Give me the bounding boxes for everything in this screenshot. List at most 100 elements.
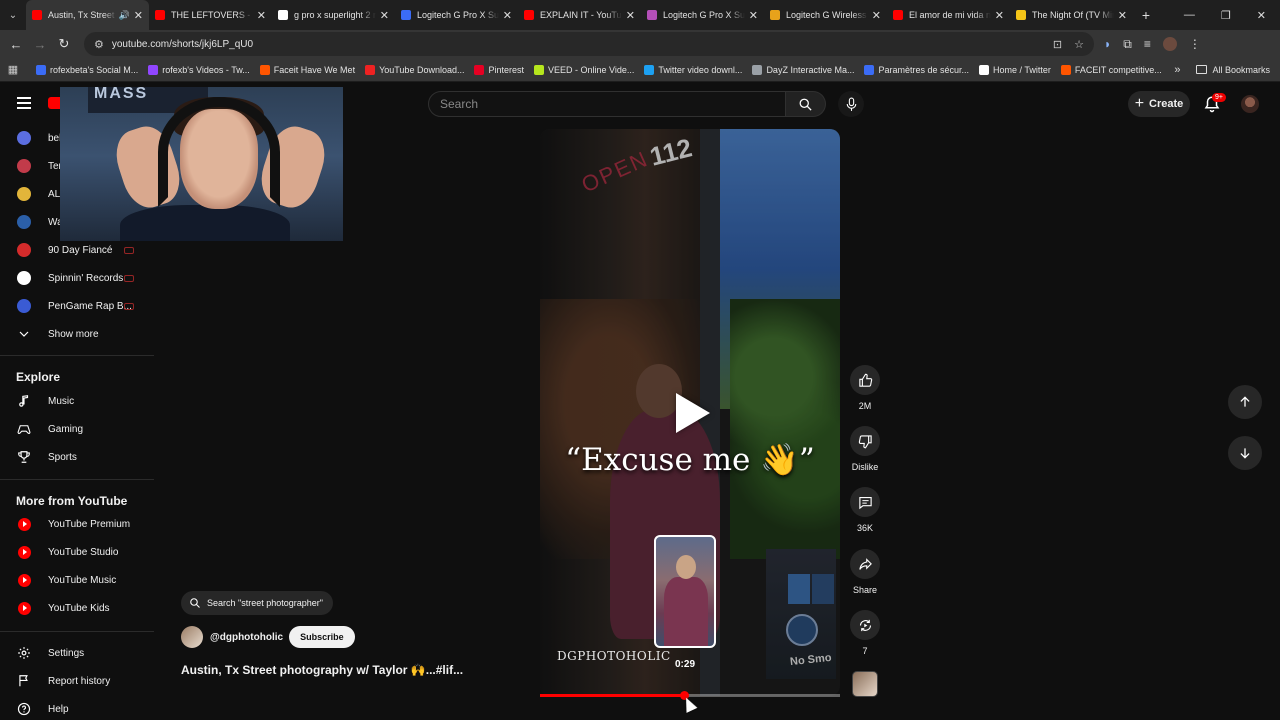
- site-info-icon[interactable]: ⚙: [94, 38, 104, 51]
- sidebar-subscription[interactable]: PenGame Rap B...: [0, 293, 154, 319]
- forward-button[interactable]: →: [28, 37, 52, 52]
- bookmark-favicon: [36, 64, 46, 75]
- bookmark-item[interactable]: Pinterest: [474, 64, 524, 75]
- headset-icon: [158, 97, 280, 207]
- tab-title: EXPLAIN IT - YouTub: [540, 10, 622, 20]
- speaker-icon[interactable]: 🔊: [119, 10, 130, 21]
- sidebar-more-item[interactable]: YouTube Kids: [0, 595, 154, 621]
- bookmark-item[interactable]: Home / Twitter: [979, 64, 1051, 75]
- account-avatar[interactable]: [1241, 95, 1259, 113]
- browser-tab[interactable]: Logitech G Pro X Sup ✕: [395, 0, 518, 30]
- sidebar-more-item-icon: [17, 545, 31, 559]
- bookmark-item[interactable]: rofexbeta's Social M...: [36, 64, 138, 75]
- browser-tab[interactable]: EXPLAIN IT - YouTub ✕: [518, 0, 641, 30]
- more-bookmarks-icon[interactable]: »: [1174, 64, 1180, 76]
- notification-badge: 9+: [1212, 93, 1226, 102]
- minimize-icon[interactable]: —: [1184, 9, 1195, 22]
- install-app-icon[interactable]: ⊡: [1053, 38, 1062, 51]
- browser-tab[interactable]: Logitech G Pro X Sup ✕: [641, 0, 764, 30]
- restore-icon[interactable]: ❐: [1221, 9, 1231, 22]
- close-window-icon[interactable]: ✕: [1257, 9, 1266, 22]
- tab-close-icon[interactable]: ✕: [380, 9, 389, 22]
- bookmark-item[interactable]: YouTube Download...: [365, 64, 464, 75]
- tab-favicon: [524, 10, 534, 20]
- back-button[interactable]: ←: [4, 37, 28, 52]
- sidebar-more-item[interactable]: YouTube Music: [0, 567, 154, 593]
- tab-title: El amor de mi vida n: [909, 10, 991, 20]
- sidebar-explore-sports[interactable]: Sports: [0, 444, 154, 470]
- bookmark-item[interactable]: Paramètres de sécur...: [864, 64, 969, 75]
- webcam-shirt: [120, 205, 290, 241]
- bookmark-favicon: [259, 64, 270, 75]
- remix-button[interactable]: 7: [848, 610, 882, 656]
- url-text[interactable]: youtube.com/shorts/jkj6LP_qU0: [112, 39, 1041, 50]
- previous-short-button[interactable]: [1228, 385, 1262, 419]
- browser-tab[interactable]: El amor de mi vida n ✕: [887, 0, 1010, 30]
- suggested-search-chip[interactable]: Search "street photographer": [181, 591, 333, 615]
- bookmark-item[interactable]: VEED - Online Vide...: [534, 64, 634, 75]
- hamburger-menu-icon[interactable]: [17, 97, 31, 112]
- channel-avatar: [17, 215, 31, 229]
- browser-tab[interactable]: THE LEFTOVERS - Se ✕: [149, 0, 272, 30]
- tab-close-icon[interactable]: ✕: [257, 9, 266, 22]
- omnibox[interactable]: ⚙ youtube.com/shorts/jkj6LP_qU0 ⊡ ☆: [84, 32, 1094, 56]
- comments-button[interactable]: 36K: [848, 487, 882, 533]
- search-button[interactable]: [786, 91, 826, 117]
- bookmark-item[interactable]: DayZ Interactive Ma...: [752, 64, 854, 75]
- sidebar-more-item[interactable]: YouTube Premium: [0, 511, 154, 537]
- next-short-button[interactable]: [1228, 436, 1262, 470]
- sidebar-settings[interactable]: Settings: [0, 640, 154, 666]
- tab-close-icon[interactable]: ✕: [1118, 9, 1127, 22]
- tab-close-icon[interactable]: ✕: [872, 9, 881, 22]
- scrub-preview-thumbnail: [654, 535, 716, 648]
- channel-avatar-mini[interactable]: [852, 671, 878, 697]
- dislike-button[interactable]: Dislike: [848, 426, 882, 472]
- sidebar-report-history[interactable]: Report history: [0, 668, 154, 694]
- tab-search-button[interactable]: ⌄: [0, 0, 26, 30]
- sidebar-subscription-label: AL: [48, 188, 61, 200]
- menu-kebab-icon[interactable]: ⋮: [1189, 37, 1201, 51]
- channel-name[interactable]: @dgphotoholic: [210, 632, 283, 643]
- bookmark-item[interactable]: Twitter video downl...: [644, 64, 742, 75]
- sidebar-show-more[interactable]: Show more: [0, 321, 154, 347]
- channel-avatar[interactable]: [181, 626, 203, 648]
- tab-close-icon[interactable]: ✕: [749, 9, 758, 22]
- apps-grid-icon[interactable]: ▦: [0, 63, 26, 76]
- profile-avatar[interactable]: [1162, 37, 1177, 51]
- sidebar-explore-gaming[interactable]: Gaming: [0, 416, 154, 442]
- create-button[interactable]: + Create: [1128, 91, 1190, 117]
- browser-tab[interactable]: Austin, Tx Street p 🔊 ✕: [26, 0, 149, 30]
- tab-close-icon[interactable]: ✕: [995, 9, 1004, 22]
- voice-search-button[interactable]: [838, 91, 864, 117]
- subscribe-button[interactable]: Subscribe: [289, 626, 355, 648]
- browser-tab[interactable]: g pro x superlight 2 n ✕: [272, 0, 395, 30]
- new-tab-button[interactable]: +: [1133, 7, 1159, 23]
- tab-title: Logitech G Wireless (: [786, 10, 868, 20]
- sidebar-more-item[interactable]: YouTube Studio: [0, 539, 154, 565]
- youtube-app-icon: [17, 573, 31, 587]
- all-bookmarks-button[interactable]: All Bookmarks: [1196, 65, 1270, 75]
- tab-favicon: [278, 10, 288, 20]
- reload-button[interactable]: ↻: [52, 36, 76, 52]
- share-button[interactable]: Share: [848, 549, 882, 595]
- browser-tab[interactable]: Logitech G Wireless ( ✕: [764, 0, 887, 30]
- bookmark-star-icon[interactable]: ☆: [1074, 38, 1084, 51]
- bookmark-item[interactable]: Faceit Have We Met: [259, 64, 356, 75]
- sidebar-explore-music[interactable]: Music: [0, 388, 154, 414]
- tab-close-icon[interactable]: ✕: [134, 9, 143, 22]
- bookmark-label: Faceit Have We Met: [273, 64, 356, 75]
- bookmark-item[interactable]: rofexb's Videos - Tw...: [148, 64, 250, 75]
- sidebar-help[interactable]: Help: [0, 696, 154, 720]
- short-title[interactable]: Austin, Tx Street photography w/ Taylor …: [181, 663, 463, 677]
- tab-close-icon[interactable]: ✕: [503, 9, 512, 22]
- sidebar-subscription[interactable]: Spinnin' Records: [0, 265, 154, 291]
- bookmark-item[interactable]: FACEIT competitive...: [1060, 64, 1162, 75]
- browser-tab[interactable]: The Night Of (TV Min ✕: [1010, 0, 1133, 30]
- search-input[interactable]: [440, 97, 785, 111]
- puzzle-icon[interactable]: ⧉: [1123, 37, 1132, 52]
- media-control-icon[interactable]: ≡: [1144, 37, 1151, 51]
- play-icon[interactable]: [670, 391, 714, 435]
- tab-close-icon[interactable]: ✕: [626, 9, 635, 22]
- like-button[interactable]: 2M: [848, 365, 882, 411]
- extension-icon[interactable]: ◗: [1104, 37, 1111, 51]
